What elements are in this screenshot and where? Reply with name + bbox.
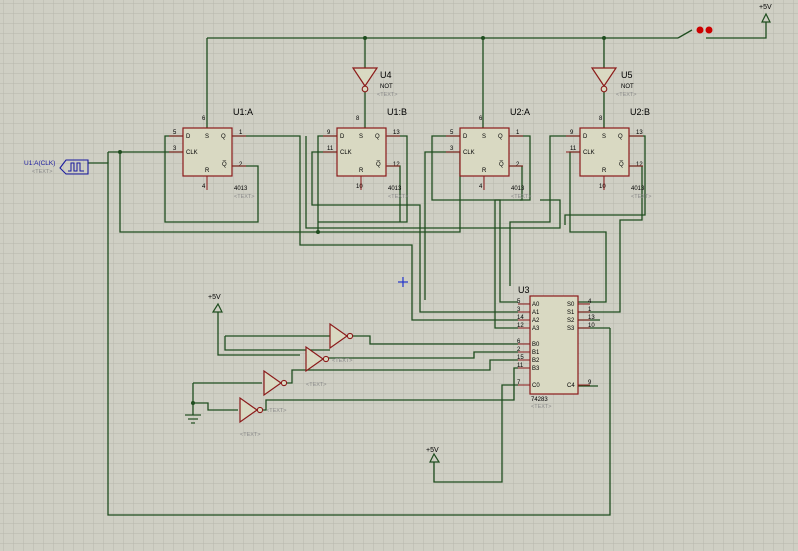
flipflop-name: U1:A [233,107,253,117]
adder-pin-label: S0 [567,302,575,308]
pin-label-r: R [602,168,607,174]
pin-number-qn: 12 [636,162,643,168]
power-label: +5V [426,447,439,454]
adder-pin-label: S1 [567,310,575,316]
pin-label-q: Q [498,134,503,140]
adder-pin-number: 13 [588,315,595,321]
flipflop-part: 4013 [388,186,402,192]
pin-label-s: S [205,134,209,140]
pin-label-d: D [340,134,345,140]
flipflop-placeholder: <TEXT> [234,194,254,200]
power-label: +5V [208,294,221,301]
adder-pin-label: C0 [532,383,540,389]
pin-label-qn: Q̅ [499,161,504,168]
pin-label-q: Q [221,134,226,140]
pin-label-s: S [602,134,606,140]
inverter-placeholder: <TEXT> [377,92,397,98]
adder-pin-label: A2 [532,318,540,324]
flipflop-part: 4013 [234,186,248,192]
inverter-placeholder: <TEXT> [240,432,260,438]
inverter-placeholder: <TEXT> [616,92,636,98]
adder-pin-label: B3 [532,366,540,372]
adder-pin-label: A3 [532,326,540,332]
switch-indicator-left [696,26,704,34]
inverter-part: NOT [621,84,634,90]
flipflop-placeholder: <TEXT> [631,194,651,200]
pin-label-d: D [463,134,468,140]
pin-number-qn: 12 [393,162,400,168]
pin-label-qn: Q̅ [619,161,624,168]
schematic-canvas[interactable]: +5V +5V +5V U1:A(CLK) <TEXT> U1:A 4013 <TE… [0,0,798,551]
adder-pin-number: 10 [588,323,595,329]
pin-number-r: 10 [599,184,606,190]
inverter-name: U5 [621,70,633,80]
pin-label-clk: CLK [340,150,352,156]
adder-pin-label: B1 [532,350,540,356]
inverter-placeholder: <TEXT> [332,358,352,364]
adder-pin-label: B0 [532,342,540,348]
pin-label-r: R [482,168,487,174]
inverter-part: NOT [380,84,393,90]
pin-label-clk: CLK [463,150,475,156]
adder-pin-label: A1 [532,310,540,316]
grid-background [0,0,798,551]
adder-pin-number: 14 [517,315,524,321]
pin-label-s: S [359,134,363,140]
flipflop-name: U2:B [630,107,650,117]
inverter-name: U4 [380,70,392,80]
pin-label-qn: Q̅ [222,161,227,168]
pin-label-r: R [359,168,364,174]
adder-pin-number: 12 [517,323,524,329]
pin-number-q: 13 [393,130,400,136]
generator-placeholder: <TEXT> [32,169,52,175]
flipflop-placeholder: <TEXT> [511,194,531,200]
pin-label-d: D [583,134,588,140]
adder-pin-label: S3 [567,326,575,332]
pin-number-clk: 11 [570,146,577,152]
pin-label-s: S [482,134,486,140]
adder-pin-label: A0 [532,302,540,308]
flipflop-name: U2:A [510,107,530,117]
pin-label-q: Q [375,134,380,140]
adder-pin-number: 15 [517,355,524,361]
pin-label-qn: Q̅ [376,161,381,168]
pin-label-d: D [186,134,191,140]
pin-label-clk: CLK [186,150,198,156]
flipflop-placeholder: <TEXT> [388,194,408,200]
adder-placeholder: <TEXT> [531,404,551,410]
inverter-placeholder: <TEXT> [306,382,326,388]
flipflop-part: 4013 [511,186,525,192]
flipflop-part: 4013 [631,186,645,192]
pin-label-clk: CLK [583,150,595,156]
switch-indicator-right [705,26,713,34]
pin-number-r: 10 [356,184,363,190]
flipflop-name: U1:B [387,107,407,117]
adder-pin-label: B2 [532,358,540,364]
generator-label: U1:A(CLK) [24,160,55,167]
power-label: +5V [759,4,772,11]
adder-part: 74283 [531,397,548,403]
pin-number-q: 13 [636,130,643,136]
inverter-placeholder: <TEXT> [266,408,286,414]
adder-pin-number: 11 [517,363,524,369]
adder-pin-label: C4 [567,383,575,389]
pin-label-r: R [205,168,210,174]
adder-pin-label: S2 [567,318,575,324]
pin-label-q: Q [618,134,623,140]
adder-name: U3 [518,285,530,295]
pin-number-clk: 11 [327,146,334,152]
